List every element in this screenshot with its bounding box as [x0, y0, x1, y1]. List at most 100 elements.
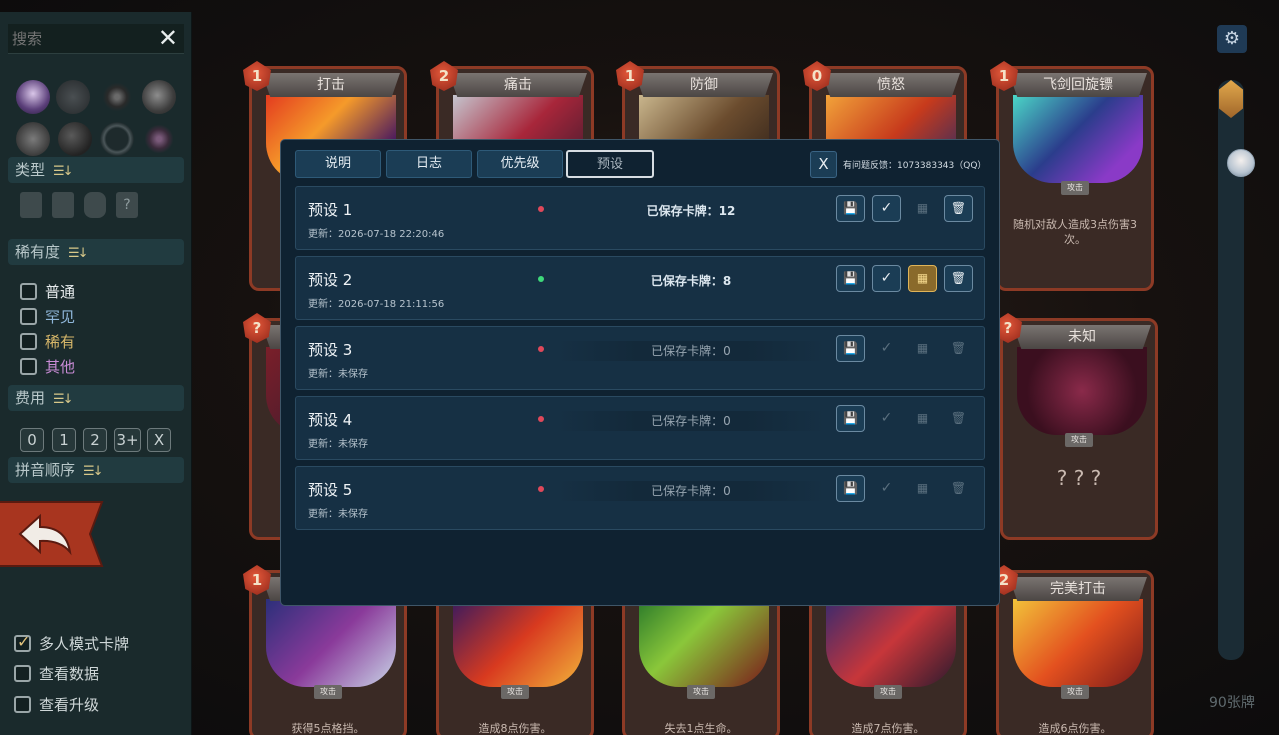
card-description: ? ? ?	[1056, 466, 1102, 490]
delete-preset-icon[interactable]: 🗑	[944, 335, 973, 362]
orb-character-icon[interactable]	[58, 122, 92, 156]
save-preset-icon[interactable]: 💾	[836, 475, 865, 502]
sort-icon: ☰↓	[68, 246, 88, 261]
view-option[interactable]: 查看数据	[14, 664, 99, 686]
save-preset-icon[interactable]: 💾	[836, 405, 865, 432]
cost-filter-button[interactable]: 2	[83, 428, 107, 452]
rarity-checkbox[interactable]	[20, 308, 37, 325]
card-type-badge: 攻击	[687, 685, 715, 699]
rarity-option[interactable]: 普通	[20, 282, 75, 304]
rarity-checkbox[interactable]	[20, 333, 37, 350]
beast-character-icon[interactable]	[16, 122, 50, 156]
card-name: 痛击	[449, 73, 587, 97]
search-input[interactable]	[12, 27, 142, 51]
attack-type-icon[interactable]	[20, 192, 42, 218]
preset-row: 预设 4 更新：未保存 已保存卡牌：0 💾 ✓ ▦ 🗑	[295, 396, 985, 460]
library-card[interactable]: 完美打击 攻击 造成6点伤害。	[996, 570, 1154, 735]
rarity-option[interactable]: 罕见	[20, 307, 75, 329]
view-option-checkbox[interactable]	[14, 696, 31, 713]
card-description: 造成7点伤害。	[851, 722, 925, 735]
search-bar: ✕	[8, 24, 184, 54]
tab-presets[interactable]: 预设	[566, 150, 654, 178]
modal-close-button[interactable]: X	[810, 151, 837, 178]
apply-preset-icon[interactable]: ✓	[872, 265, 901, 292]
settings-modal: 说明 日志 优先级 预设 X 有问题反馈：1073383343（QQ） 预设 1…	[280, 139, 1000, 606]
card-type-badge: 攻击	[501, 685, 529, 699]
view-option[interactable]: 查看升级	[14, 695, 99, 717]
apply-preset-icon[interactable]: ✓	[872, 335, 901, 362]
save-preset-icon[interactable]: 💾	[836, 195, 865, 222]
cost-filter-button[interactable]: 0	[20, 428, 44, 452]
preset-status-dot	[538, 206, 544, 212]
save-preset-icon[interactable]: 💾	[836, 265, 865, 292]
settings-gear-icon[interactable]: ⚙	[1217, 25, 1247, 53]
preset-updated-time: 更新：2026-07-18 22:20:46	[308, 229, 445, 240]
card-artwork	[1017, 347, 1147, 435]
apply-preset-icon[interactable]: ✓	[872, 195, 901, 222]
card-description: 造成6点伤害。	[1038, 722, 1112, 735]
unknown-type-icon[interactable]: ?	[116, 192, 138, 218]
card-count-label: 90张牌	[1209, 695, 1255, 711]
delete-preset-icon[interactable]: 🗑	[944, 265, 973, 292]
library-card[interactable]: 飞剑回旋镖 攻击 随机对敌人造成3点伤害3次。	[996, 66, 1154, 291]
view-option[interactable]: 多人模式卡牌	[14, 632, 129, 656]
pin-preset-icon[interactable]: ▦	[908, 265, 937, 292]
apply-preset-icon[interactable]: ✓	[872, 405, 901, 432]
delete-preset-icon[interactable]: 🗑	[944, 195, 973, 222]
tab-instructions[interactable]: 说明	[295, 150, 381, 178]
preset-updated-time: 更新：2026-07-18 21:11:56	[308, 299, 445, 310]
pin-preset-icon[interactable]: ▦	[908, 405, 937, 432]
apply-preset-icon[interactable]: ✓	[872, 475, 901, 502]
tab-priority[interactable]: 优先级	[477, 150, 563, 178]
pin-preset-icon[interactable]: ▦	[908, 195, 937, 222]
robot-character-icon[interactable]	[56, 80, 90, 114]
skill-type-icon[interactable]	[52, 192, 74, 218]
cost-filter-button[interactable]: 3+	[114, 428, 141, 452]
rarity-option[interactable]: 其他	[20, 357, 75, 379]
view-option-label: 查看升级	[39, 696, 100, 714]
back-button[interactable]	[0, 500, 106, 568]
view-option-checkbox[interactable]	[14, 632, 31, 652]
cost-filter-label: 费用	[15, 389, 46, 407]
cost-filter-button[interactable]: 1	[52, 428, 76, 452]
delete-preset-icon[interactable]: 🗑	[944, 475, 973, 502]
ring-character-icon[interactable]	[100, 122, 134, 156]
card-artwork	[266, 599, 396, 687]
pin-preset-icon[interactable]: ▦	[908, 335, 937, 362]
type-filter-header[interactable]: 类型 ☰↓	[8, 157, 184, 183]
star-character-icon[interactable]	[100, 80, 134, 114]
view-option-label: 查看数据	[39, 665, 100, 683]
close-icon[interactable]: ✕	[158, 25, 178, 51]
pinyin-sort-label: 拼音顺序	[15, 461, 76, 479]
player-avatar[interactable]	[1227, 149, 1255, 177]
card-artwork	[639, 599, 769, 687]
card-description: 失去1点生命。	[664, 722, 738, 735]
card-description: 获得5点格挡。	[291, 722, 365, 735]
save-preset-icon[interactable]: 💾	[836, 335, 865, 362]
pinyin-sort-header[interactable]: 拼音顺序 ☰↓	[8, 457, 184, 483]
tab-log[interactable]: 日志	[386, 150, 472, 178]
delete-preset-icon[interactable]: 🗑	[944, 405, 973, 432]
spark-character-icon[interactable]	[142, 122, 176, 156]
preset-name: 预设 3	[308, 341, 353, 359]
rarity-checkbox[interactable]	[20, 283, 37, 300]
preset-status-dot	[538, 486, 544, 492]
cost-filter-button[interactable]: X	[147, 428, 171, 452]
pin-preset-icon[interactable]: ▦	[908, 475, 937, 502]
view-option-checkbox[interactable]	[14, 665, 31, 682]
card-artwork	[1013, 95, 1143, 183]
sort-icon: ☰↓	[53, 164, 73, 179]
library-card[interactable]: 未知 攻击 ? ? ?	[1000, 318, 1158, 540]
character-portrait-icon[interactable]	[16, 80, 50, 114]
cost-filter-header[interactable]: 费用 ☰↓	[8, 385, 184, 411]
rarity-option[interactable]: 稀有	[20, 332, 75, 354]
rarity-filter-header[interactable]: 稀有度 ☰↓	[8, 239, 184, 265]
preset-status-dot	[538, 276, 544, 282]
preset-name: 预设 4	[308, 411, 353, 429]
rarity-filter-label: 稀有度	[15, 243, 61, 261]
card-description: 造成8点伤害。	[478, 722, 552, 735]
preset-row: 预设 1 更新：2026-07-18 22:20:46 已保存卡牌：12 💾 ✓ ▦ 🗑	[295, 186, 985, 250]
rarity-checkbox[interactable]	[20, 358, 37, 375]
power-type-icon[interactable]	[84, 192, 106, 218]
skull-character-icon[interactable]	[142, 80, 176, 114]
